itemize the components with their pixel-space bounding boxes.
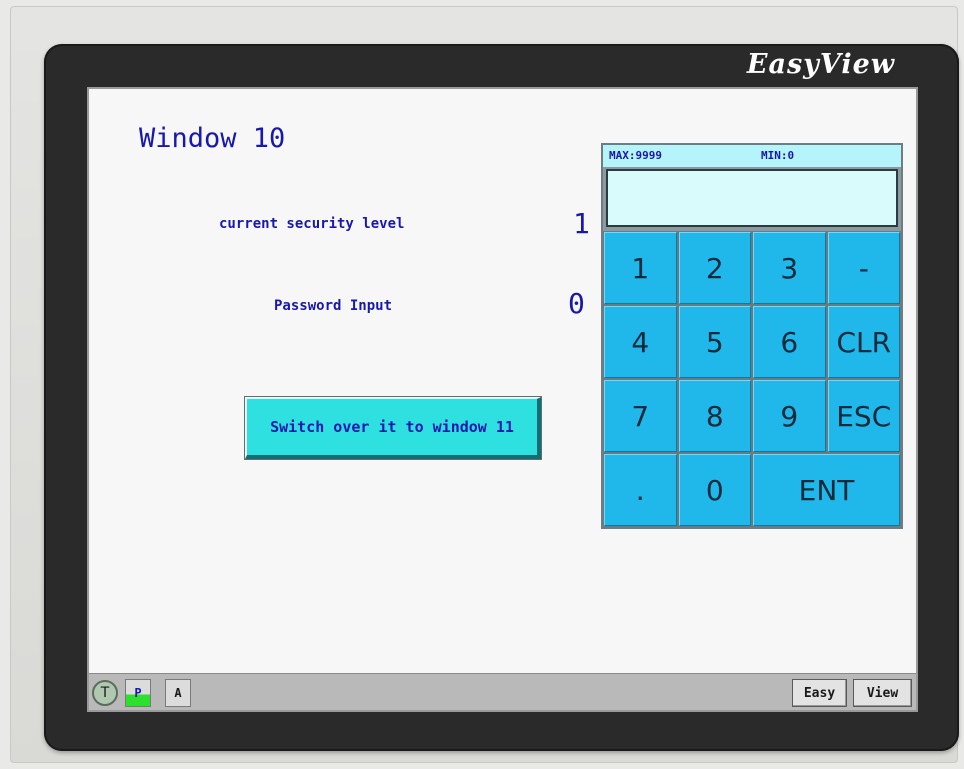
status-a-indicator[interactable]: A [165,679,191,707]
key-3[interactable]: 3 [753,232,826,304]
keypad-grid: 1 2 3 - 4 5 6 CLR 7 8 9 ESC . 0 ENT [603,231,901,527]
keypad-max-label: MAX:9999 [609,149,662,162]
key-4[interactable]: 4 [604,306,677,378]
security-level-label: current security level [219,216,405,232]
easy-button[interactable]: Easy [792,679,847,707]
key-7[interactable]: 7 [604,380,677,452]
switch-window-button[interactable]: Switch over it to window 11 [244,396,542,460]
brand-logo: EasyView [746,49,895,80]
key-9[interactable]: 9 [753,380,826,452]
key-clr[interactable]: CLR [827,306,900,378]
device-frame: EasyView Window 10 current security leve… [10,6,959,763]
status-p-indicator[interactable]: P [125,679,151,707]
window-title: Window 10 [139,123,286,154]
security-level-value: 1 [573,207,590,240]
view-button[interactable]: View [853,679,912,707]
key-5[interactable]: 5 [678,306,751,378]
keypad-header: MAX:9999 MIN:0 [603,145,901,167]
key-6[interactable]: 6 [753,306,826,378]
key-ent[interactable]: ENT [753,454,900,526]
password-input-label: Password Input [274,298,393,314]
numeric-keypad: MAX:9999 MIN:0 1 2 3 - 4 5 6 CLR 7 8 9 E… [601,143,903,529]
key-dot[interactable]: . [604,454,677,526]
key-esc[interactable]: ESC [827,380,900,452]
status-bar: T P A Easy View [89,673,916,710]
key-0[interactable]: 0 [678,454,751,526]
key-8[interactable]: 8 [678,380,751,452]
status-t-indicator[interactable]: T [92,680,118,706]
key-minus[interactable]: - [827,232,900,304]
key-2[interactable]: 2 [678,232,751,304]
password-input-value[interactable]: 0 [568,287,585,320]
key-1[interactable]: 1 [604,232,677,304]
keypad-display [606,169,898,227]
hmi-screen: Window 10 current security level 1 Passw… [87,87,918,712]
keypad-min-label: MIN:0 [761,149,795,162]
